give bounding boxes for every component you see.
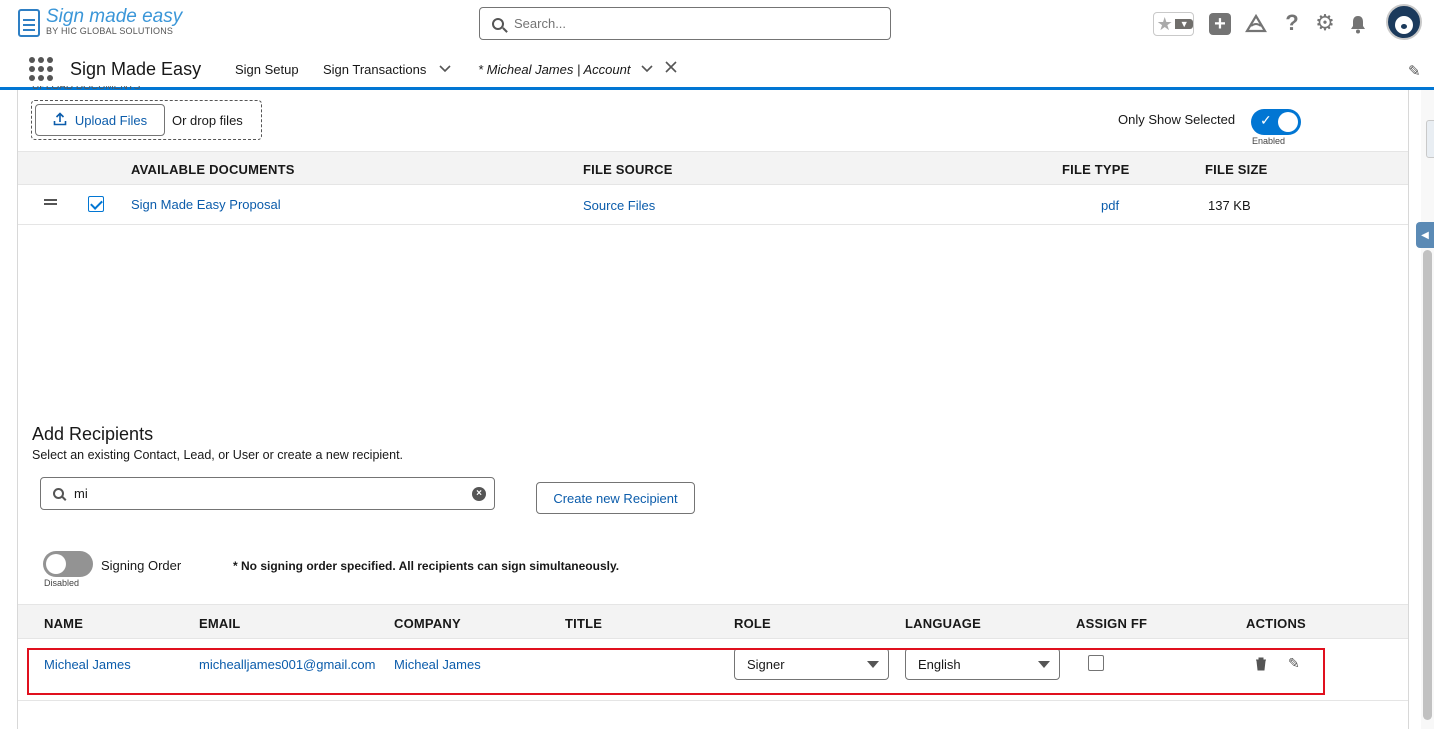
drop-files-text: Or drop files (172, 112, 243, 128)
file-dropzone[interactable]: Upload Files Or drop files (31, 100, 262, 140)
app-nav-bar: Sign Made Easy Sign Setup Sign Transacti… (0, 48, 1434, 90)
col-company: COMPANY (394, 616, 461, 631)
bell-icon[interactable] (1347, 12, 1369, 36)
role-select[interactable]: Signer (734, 648, 889, 680)
chevron-down-icon[interactable] (640, 61, 654, 75)
clear-search-icon[interactable]: × (472, 487, 486, 501)
assign-ff-checkbox[interactable] (1088, 655, 1104, 671)
app-name: Sign Made Easy (70, 59, 202, 79)
add-recipients-title: Add Recipients (32, 424, 154, 444)
search-icon (492, 17, 504, 30)
trash-icon[interactable] (1255, 657, 1267, 674)
recipient-name[interactable]: Micheal James (44, 657, 131, 672)
check-icon: ✓ (1260, 112, 1272, 128)
trailhead-icon[interactable] (1244, 12, 1268, 36)
app-launcher-icon[interactable] (29, 57, 53, 81)
chevron-left-icon[interactable]: ◀ (1416, 222, 1434, 248)
signing-order-label: Signing Order (101, 558, 182, 573)
gear-icon[interactable]: ⚙ (1314, 10, 1336, 35)
nav-item-sign-transactions[interactable]: Sign Transactions (323, 62, 426, 77)
document-source: Source Files (583, 198, 656, 213)
signing-order-note: * No signing order specified. All recipi… (233, 559, 620, 573)
col-available-documents: AVAILABLE DOCUMENTS (131, 162, 295, 177)
chevron-down-icon[interactable] (438, 61, 452, 75)
chevron-down-icon (1038, 661, 1050, 668)
signing-order-toggle[interactable] (43, 551, 93, 577)
nav-item-sign-setup[interactable]: Sign Setup (235, 62, 299, 77)
upload-icon (53, 111, 67, 129)
search-placeholder: Search... (514, 16, 567, 31)
favorites-button[interactable]: ★ ▼ (1153, 12, 1194, 36)
language-select[interactable]: English (905, 648, 1060, 680)
col-file-size: FILE SIZE (1205, 162, 1268, 177)
col-email: EMAIL (199, 616, 241, 631)
side-panel-tab[interactable] (1426, 120, 1434, 158)
star-icon: ★ (1156, 13, 1173, 34)
document-size: 137 KB (1208, 198, 1251, 213)
chevron-down-icon (867, 661, 879, 668)
app-logo[interactable]: Sign made easy BY HIC GLOBAL SOLUTIONS (18, 6, 183, 37)
col-assign-ff: ASSIGN FF (1076, 616, 1148, 631)
upload-section-label: UPLOAD DOCUMENTS (32, 86, 141, 92)
recipient-search-value: mi (74, 486, 88, 501)
recipients-table-header: NAME EMAIL COMPANY TITLE ROLE LANGUAGE A… (18, 604, 1408, 639)
upload-files-button[interactable]: Upload Files (35, 104, 165, 136)
role-select-value: Signer (747, 656, 785, 672)
help-icon[interactable]: ? (1282, 10, 1302, 35)
recipient-search-input[interactable]: mi × (40, 477, 495, 510)
upload-files-label: Upload Files (74, 112, 148, 128)
close-tab-icon[interactable] (664, 60, 678, 79)
chevron-down-icon[interactable]: ▼ (1175, 19, 1193, 29)
main-content: UPLOAD DOCUMENTS Upload Files Or drop fi… (17, 86, 1409, 729)
document-select-checkbox[interactable] (88, 196, 104, 212)
col-title: TITLE (565, 616, 603, 631)
scrollbar-thumb[interactable] (1423, 250, 1432, 720)
document-logo-icon (18, 8, 40, 37)
logo-subtitle: BY HIC GLOBAL SOLUTIONS (46, 26, 174, 36)
tab-micheal-james-account[interactable]: * Micheal James | Account (478, 62, 630, 77)
col-role: ROLE (734, 616, 771, 631)
only-show-selected-toggle[interactable]: ✓ (1251, 109, 1301, 135)
edit-pencil-icon[interactable]: ✎ (1288, 655, 1300, 672)
col-actions: ACTIONS (1246, 616, 1306, 631)
add-recipients-subtitle: Select an existing Contact, Lead, or Use… (32, 448, 404, 462)
document-type: pdf (1101, 198, 1120, 213)
toggle-state-enabled: Enabled (1252, 136, 1286, 146)
col-file-type: FILE TYPE (1062, 162, 1130, 177)
global-search[interactable]: Search... (479, 7, 891, 40)
col-file-source: FILE SOURCE (583, 162, 673, 177)
toggle-state-disabled: Disabled (44, 578, 80, 588)
table-row: Sign Made Easy Proposal Source Files pdf… (18, 185, 1408, 225)
documents-table-header: AVAILABLE DOCUMENTS FILE SOURCE FILE TYP… (18, 151, 1408, 185)
recipient-email[interactable]: michealljames001@gmail.com (199, 657, 375, 672)
search-icon (53, 488, 64, 499)
global-header: Sign made easy BY HIC GLOBAL SOLUTIONS S… (0, 0, 1434, 48)
col-name: NAME (44, 616, 84, 631)
user-avatar[interactable] (1386, 4, 1422, 40)
edit-nav-pencil-icon[interactable]: ✎ (1408, 62, 1421, 80)
document-name[interactable]: Sign Made Easy Proposal (131, 197, 281, 212)
drag-handle-icon[interactable] (44, 199, 57, 201)
table-row: Micheal James michealljames001@gmail.com… (18, 639, 1408, 701)
logo-title: Sign made easy (46, 6, 183, 27)
page-scrollbar[interactable] (1421, 90, 1434, 729)
global-actions-plus-icon[interactable]: + (1209, 13, 1231, 35)
create-new-recipient-button[interactable]: Create new Recipient (536, 482, 695, 514)
recipient-company[interactable]: Micheal James (394, 657, 481, 672)
col-language: LANGUAGE (905, 616, 981, 631)
language-select-value: English (918, 656, 961, 672)
only-show-selected-label: Only Show Selected (1118, 112, 1236, 127)
